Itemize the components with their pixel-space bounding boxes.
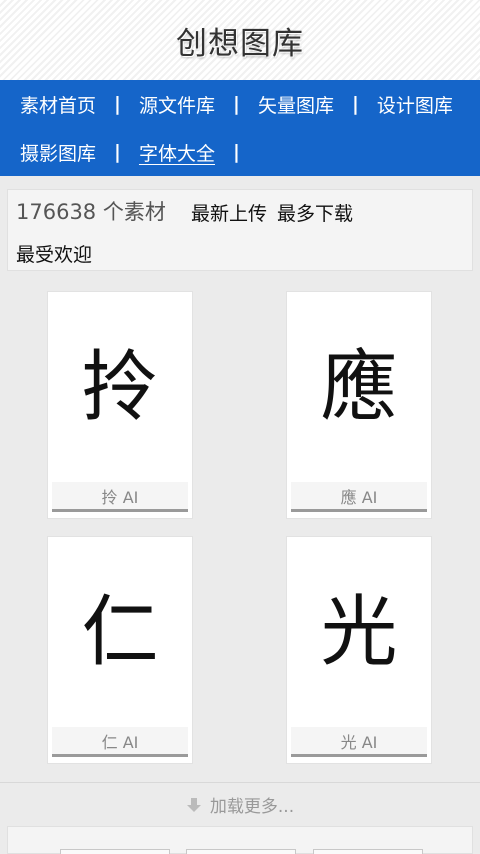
footer-button[interactable]: [313, 849, 423, 854]
font-preview-image: 光: [287, 537, 431, 727]
nav-item-photo-library[interactable]: 摄影图库: [20, 139, 96, 166]
font-card[interactable]: 拎 拎 AI: [47, 291, 193, 519]
font-caption: 光 AI: [291, 727, 427, 757]
nav-separator: |: [351, 93, 359, 115]
load-more-label: 加载更多...: [209, 797, 295, 817]
font-caption: 仁 AI: [52, 727, 188, 757]
nav-item-source-files[interactable]: 源文件库: [139, 91, 215, 118]
font-card[interactable]: 應 應 AI: [286, 291, 432, 519]
font-card[interactable]: 仁 仁 AI: [47, 536, 193, 764]
nav-item-material-home[interactable]: 素材首页: [20, 91, 96, 118]
nav-separator: |: [114, 93, 121, 115]
load-more-button[interactable]: 加载更多...: [0, 782, 480, 826]
app-header: 创想图库: [0, 0, 480, 80]
sort-most-downloaded-link[interactable]: 最多下载: [277, 199, 353, 226]
nav-separator: |: [114, 141, 121, 163]
page-title: 创想图库: [176, 25, 304, 62]
font-preview-image: 應: [287, 292, 431, 482]
nav-item-design-library[interactable]: 设计图库: [377, 91, 453, 118]
svg-text:光: 光: [321, 588, 398, 677]
calligraphy-glyph-icon: 光: [321, 588, 398, 677]
font-card[interactable]: 光 光 AI: [286, 536, 432, 764]
arrow-down-icon: [186, 797, 201, 812]
calligraphy-glyph-icon: 仁: [82, 588, 159, 677]
nav-item-fonts[interactable]: 字体大全: [139, 139, 215, 166]
nav-row-2: 摄影图库 | 字体大全 |: [20, 128, 258, 176]
material-count: 176638 个素材: [16, 200, 166, 224]
footer-button[interactable]: [186, 849, 296, 854]
svg-text:應: 應: [321, 343, 398, 432]
calligraphy-glyph-icon: 應: [321, 343, 398, 432]
sort-latest-link[interactable]: 最新上传: [191, 199, 267, 226]
svg-text:仁: 仁: [82, 588, 159, 677]
font-preview-image: 仁: [48, 537, 192, 727]
category-nav: 素材首页 | 源文件库 | 矢量图库 | 设计图库 摄影图库 | 字体大全 |: [0, 80, 480, 176]
nav-separator: |: [232, 141, 240, 163]
font-preview-image: 拎: [48, 292, 192, 482]
footer-bar: [7, 826, 473, 854]
font-caption: 拎 AI: [52, 482, 188, 512]
sort-most-popular-link[interactable]: 最受欢迎: [16, 240, 92, 267]
footer-button[interactable]: [60, 849, 170, 854]
svg-text:拎: 拎: [82, 343, 159, 432]
calligraphy-glyph-icon: 拎: [82, 343, 159, 432]
info-bar: 176638 个素材 最新上传 最多下载 最受欢迎: [7, 189, 473, 271]
nav-item-vector-library[interactable]: 矢量图库: [258, 91, 334, 118]
font-caption: 應 AI: [291, 482, 427, 512]
nav-row-1: 素材首页 | 源文件库 | 矢量图库 | 设计图库: [20, 80, 453, 128]
nav-separator: |: [232, 93, 240, 115]
